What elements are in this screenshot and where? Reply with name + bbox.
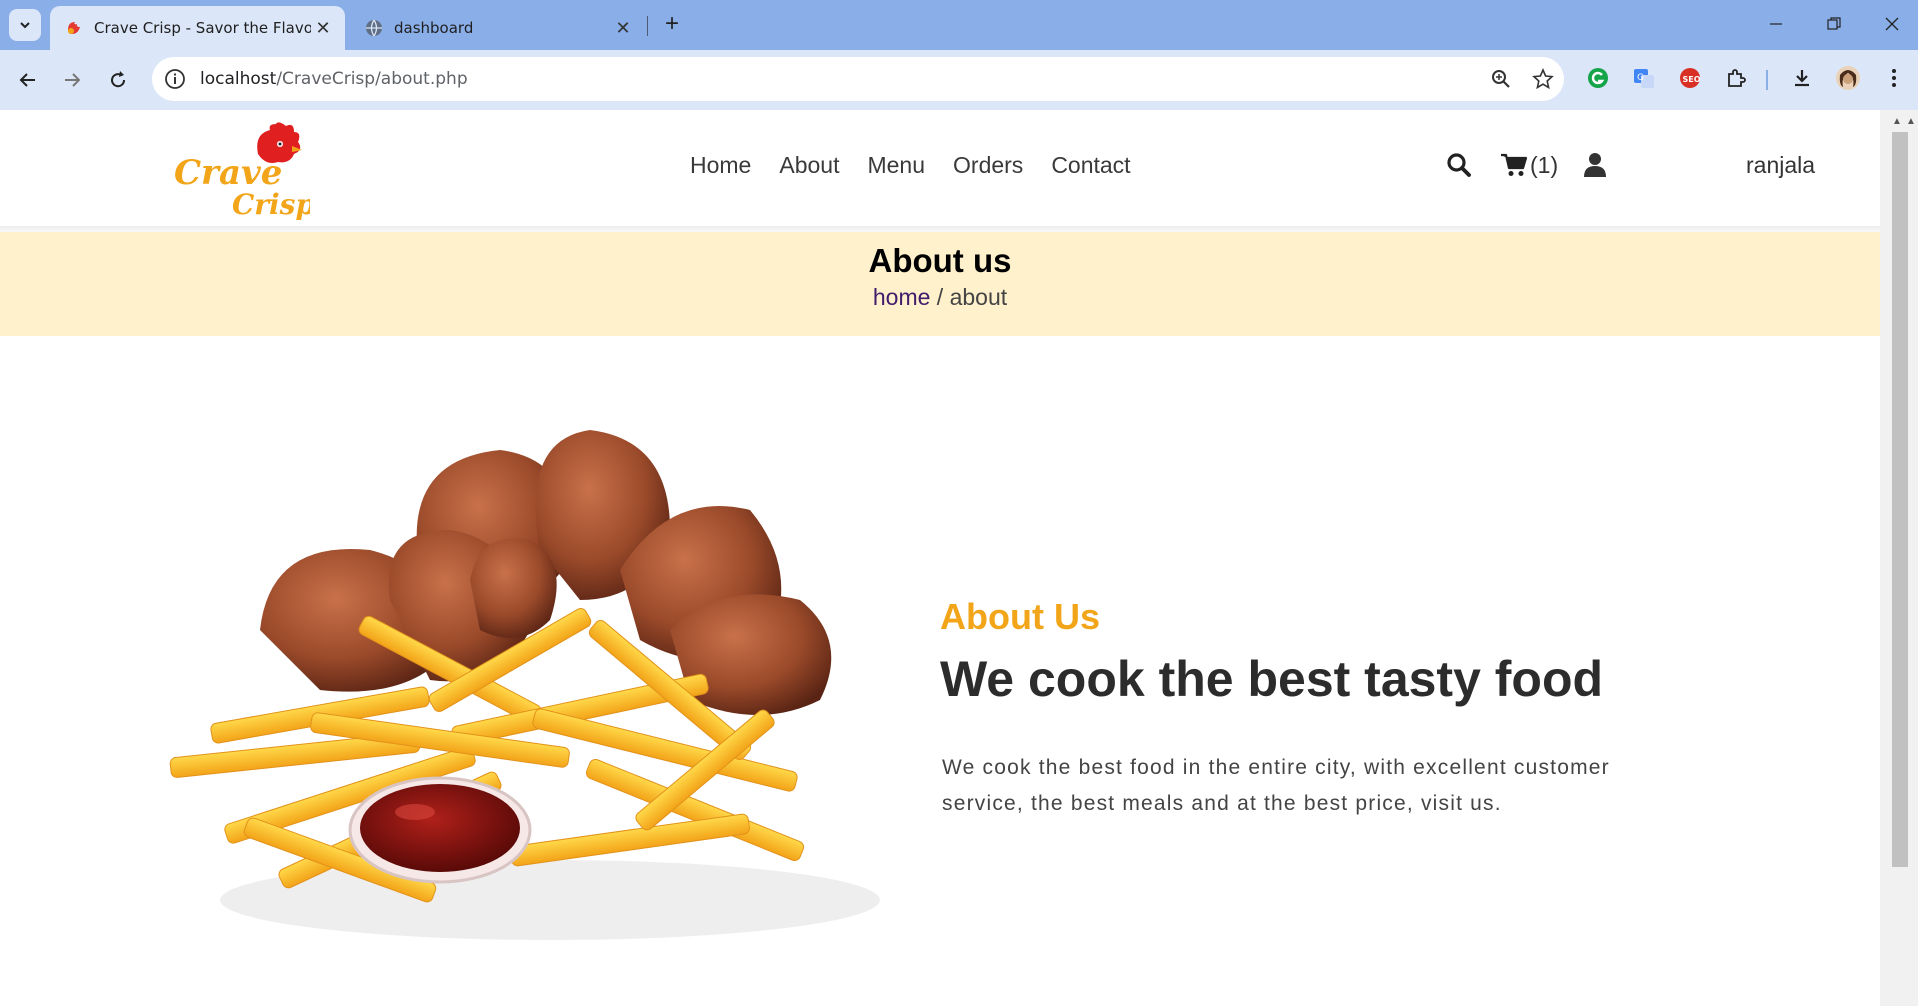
page-scrollbar[interactable]: ▲ ▲	[1880, 110, 1918, 1006]
username[interactable]: ranjala	[1746, 152, 1815, 179]
close-icon[interactable]: ✕	[611, 16, 635, 40]
minimize-button[interactable]	[1756, 8, 1796, 40]
section-description: We cook the best food in the entire city…	[942, 756, 1610, 815]
tab-title: dashboard	[394, 19, 474, 37]
svg-text:SEO: SEO	[1683, 75, 1701, 84]
nav-contact[interactable]: Contact	[1051, 152, 1130, 179]
close-icon	[1885, 17, 1899, 31]
url-host: localhost	[200, 69, 277, 89]
breadcrumb: home / about	[0, 284, 1880, 311]
cart-button[interactable]: (1)	[1500, 150, 1558, 180]
chevron-down-icon	[20, 22, 30, 29]
reload-icon	[111, 71, 126, 88]
breadcrumb-separator: /	[930, 284, 950, 310]
minimize-icon	[1770, 23, 1782, 25]
scroll-up-icon[interactable]: ▲	[1906, 116, 1916, 127]
site-header: Crave Crisp Home About Menu Orders Conta…	[0, 110, 1880, 226]
search-icon	[1447, 153, 1471, 177]
user-icon	[1584, 153, 1606, 177]
page-title: About us	[868, 242, 1012, 279]
extensions-puzzle-icon[interactable]	[1722, 64, 1750, 92]
tab-search-button[interactable]	[9, 9, 41, 41]
page-banner: About us home / about	[0, 232, 1880, 336]
scrollbar-thumb[interactable]	[1892, 132, 1908, 867]
translate-icon[interactable]: G	[1630, 64, 1658, 92]
arrow-left-icon	[19, 73, 35, 87]
seo-extension-icon[interactable]: SEO	[1676, 64, 1704, 92]
main-nav: Home About Menu Orders Contact	[690, 152, 1131, 179]
restore-icon	[1827, 17, 1841, 30]
zoom-icon[interactable]	[1490, 68, 1512, 90]
chicken-wings-fries-image	[150, 400, 920, 970]
arrow-right-icon	[65, 73, 81, 87]
close-window-button[interactable]	[1872, 8, 1912, 40]
scroll-up-icon[interactable]: ▲	[1892, 116, 1902, 127]
svg-text:G: G	[1637, 73, 1644, 83]
reload-button[interactable]	[102, 64, 134, 96]
tab-separator	[647, 16, 648, 36]
crave-crisp-logo[interactable]: Crave Crisp	[170, 120, 315, 221]
tab-title: Crave Crisp - Savor the Flavors	[94, 19, 311, 37]
browser-toolbar: localhost/CraveCrisp/about.php G SEO	[0, 50, 1918, 110]
star-icon[interactable]	[1532, 68, 1554, 90]
logo-text-crave: Crave	[174, 153, 282, 193]
rooster-favicon-icon	[64, 18, 84, 38]
grammarly-icon[interactable]	[1584, 64, 1612, 92]
section-title: We cook the best tasty food	[940, 651, 1604, 707]
download-icon[interactable]	[1788, 64, 1816, 92]
nav-home[interactable]: Home	[690, 152, 751, 179]
url-path: /CraveCrisp/about.php	[276, 69, 468, 89]
account-button[interactable]	[1584, 150, 1606, 180]
cart-count: (1)	[1530, 151, 1559, 178]
browser-tab-bar: Crave Crisp - Savor the Flavors ✕ dashbo…	[0, 0, 1918, 50]
back-button[interactable]	[12, 64, 44, 96]
close-icon[interactable]: ✕	[311, 16, 335, 40]
new-tab-button[interactable]: +	[658, 10, 686, 38]
cart-icon	[1501, 153, 1528, 176]
search-button[interactable]	[1446, 150, 1472, 180]
site-info-icon[interactable]	[164, 68, 186, 90]
toolbar-separator	[1766, 70, 1768, 90]
url-text: localhost/CraveCrisp/about.php	[200, 69, 468, 89]
globe-icon	[364, 18, 384, 38]
nav-orders[interactable]: Orders	[953, 152, 1023, 179]
nav-about[interactable]: About	[779, 152, 839, 179]
profile-avatar[interactable]	[1834, 64, 1862, 92]
breadcrumb-current: about	[949, 284, 1008, 310]
breadcrumb-home-link[interactable]: home	[873, 284, 931, 310]
address-bar[interactable]: localhost/CraveCrisp/about.php	[152, 57, 1564, 101]
tab-crave-crisp[interactable]: Crave Crisp - Savor the Flavors ✕	[50, 6, 345, 50]
tab-dashboard[interactable]: dashboard ✕	[350, 6, 645, 50]
nav-menu[interactable]: Menu	[867, 152, 925, 179]
section-subtitle: About Us	[940, 596, 1100, 637]
logo-text-crisp: Crisp	[232, 188, 310, 220]
page-viewport: Crave Crisp Home About Menu Orders Conta…	[0, 110, 1880, 1006]
restore-button[interactable]	[1814, 8, 1854, 40]
menu-kebab-icon[interactable]	[1880, 64, 1908, 92]
forward-button[interactable]	[56, 64, 88, 96]
